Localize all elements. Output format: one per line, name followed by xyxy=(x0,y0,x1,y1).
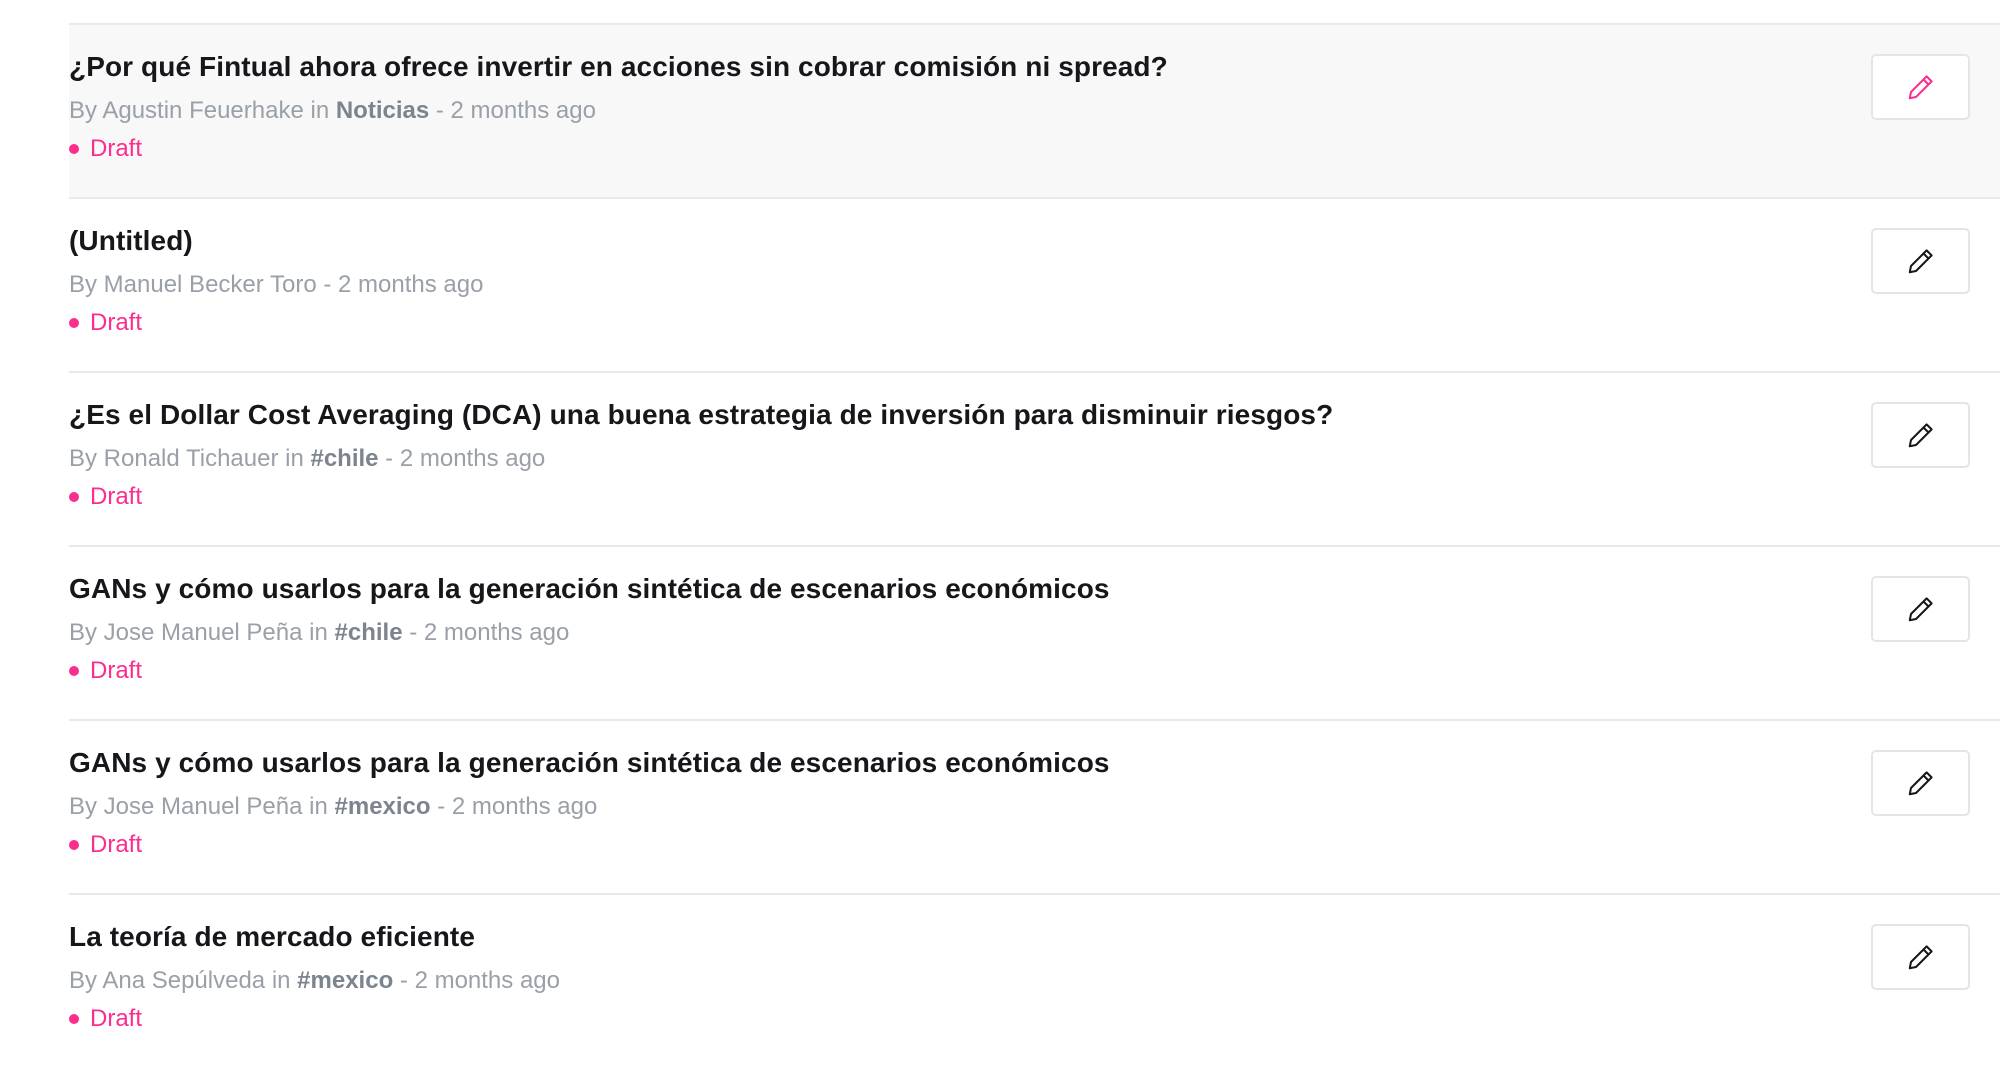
post-time: - 2 months ago xyxy=(430,793,598,820)
post-tag: #chile xyxy=(334,619,403,646)
post-tag: #mexico xyxy=(297,967,394,994)
post-meta: By Jose Manuel Peña in #chile - 2 months… xyxy=(69,619,569,647)
post-time: - 2 months ago xyxy=(316,271,484,298)
post-time: - 2 months ago xyxy=(429,97,596,124)
post-row[interactable]: La teoría de mercado eficiente By Ana Se… xyxy=(69,893,2000,1067)
post-tag: #chile xyxy=(310,445,379,472)
status-badge: Draft xyxy=(69,657,142,685)
status-badge: Draft xyxy=(69,135,142,163)
post-meta: By Ana Sepúlveda in #mexico - 2 months a… xyxy=(69,967,560,995)
edit-button[interactable] xyxy=(1871,576,1970,642)
pencil-icon xyxy=(1908,771,1933,796)
post-author: By Ronald Tichauer xyxy=(69,445,279,472)
post-list: ¿Por qué Fintual ahora ofrece invertir e… xyxy=(69,23,2000,1067)
post-in-label: in xyxy=(303,97,336,124)
status-dot-icon xyxy=(69,840,79,850)
pencil-icon xyxy=(1908,945,1933,970)
status-label: Draft xyxy=(90,657,143,684)
post-meta: By Ronald Tichauer in #chile - 2 months … xyxy=(69,445,545,473)
post-in-label: in xyxy=(265,967,298,994)
post-time: - 2 months ago xyxy=(402,619,570,646)
status-label: Draft xyxy=(90,483,143,510)
post-title[interactable]: GANs y cómo usarlos para la generación s… xyxy=(69,573,1110,605)
pencil-icon xyxy=(1908,423,1933,448)
status-label: Draft xyxy=(90,309,143,336)
post-meta: By Jose Manuel Peña in #mexico - 2 month… xyxy=(69,793,597,821)
edit-button[interactable] xyxy=(1871,54,1970,120)
post-title[interactable]: ¿Por qué Fintual ahora ofrece invertir e… xyxy=(69,51,1168,83)
post-tag: Noticias xyxy=(335,97,430,124)
pencil-icon xyxy=(1908,597,1933,622)
status-dot-icon xyxy=(69,666,79,676)
post-title[interactable]: GANs y cómo usarlos para la generación s… xyxy=(69,747,1110,779)
status-badge: Draft xyxy=(69,831,142,859)
post-row[interactable]: ¿Por qué Fintual ahora ofrece invertir e… xyxy=(69,23,2000,197)
post-row[interactable]: GANs y cómo usarlos para la generación s… xyxy=(69,719,2000,893)
post-row[interactable]: (Untitled) By Manuel Becker Toro - 2 mon… xyxy=(69,197,2000,371)
status-dot-icon xyxy=(69,492,79,502)
post-row[interactable]: GANs y cómo usarlos para la generación s… xyxy=(69,545,2000,719)
post-meta: By Manuel Becker Toro - 2 months ago xyxy=(69,271,483,299)
edit-button[interactable] xyxy=(1871,228,1970,294)
status-badge: Draft xyxy=(69,309,142,337)
status-dot-icon xyxy=(69,144,79,154)
status-badge: Draft xyxy=(69,1005,142,1033)
status-label: Draft xyxy=(90,135,143,162)
post-author: By Ana Sepúlveda xyxy=(69,967,266,994)
post-title[interactable]: La teoría de mercado eficiente xyxy=(69,921,475,953)
post-tag: #mexico xyxy=(334,793,431,820)
post-author: By Jose Manuel Peña xyxy=(69,793,303,820)
post-time: - 2 months ago xyxy=(393,967,560,994)
post-time: - 2 months ago xyxy=(378,445,546,472)
status-label: Draft xyxy=(90,1005,143,1032)
pencil-icon xyxy=(1908,249,1933,274)
pencil-icon xyxy=(1908,75,1933,100)
edit-button[interactable] xyxy=(1871,402,1970,468)
post-in-label: in xyxy=(302,619,335,646)
post-meta: By Agustin Feuerhake in Noticias - 2 mon… xyxy=(69,97,596,125)
status-label: Draft xyxy=(90,831,143,858)
post-in-label: in xyxy=(278,445,311,472)
post-row[interactable]: ¿Es el Dollar Cost Averaging (DCA) una b… xyxy=(69,371,2000,545)
post-in-label: in xyxy=(302,793,335,820)
edit-button[interactable] xyxy=(1871,924,1970,990)
post-author: By Manuel Becker Toro xyxy=(69,271,317,298)
status-dot-icon xyxy=(69,318,79,328)
post-author: By Jose Manuel Peña xyxy=(69,619,303,646)
post-title[interactable]: ¿Es el Dollar Cost Averaging (DCA) una b… xyxy=(69,399,1333,431)
post-author: By Agustin Feuerhake xyxy=(69,97,304,124)
status-badge: Draft xyxy=(69,483,142,511)
post-title[interactable]: (Untitled) xyxy=(69,225,193,257)
edit-button[interactable] xyxy=(1871,750,1970,816)
status-dot-icon xyxy=(69,1014,79,1024)
